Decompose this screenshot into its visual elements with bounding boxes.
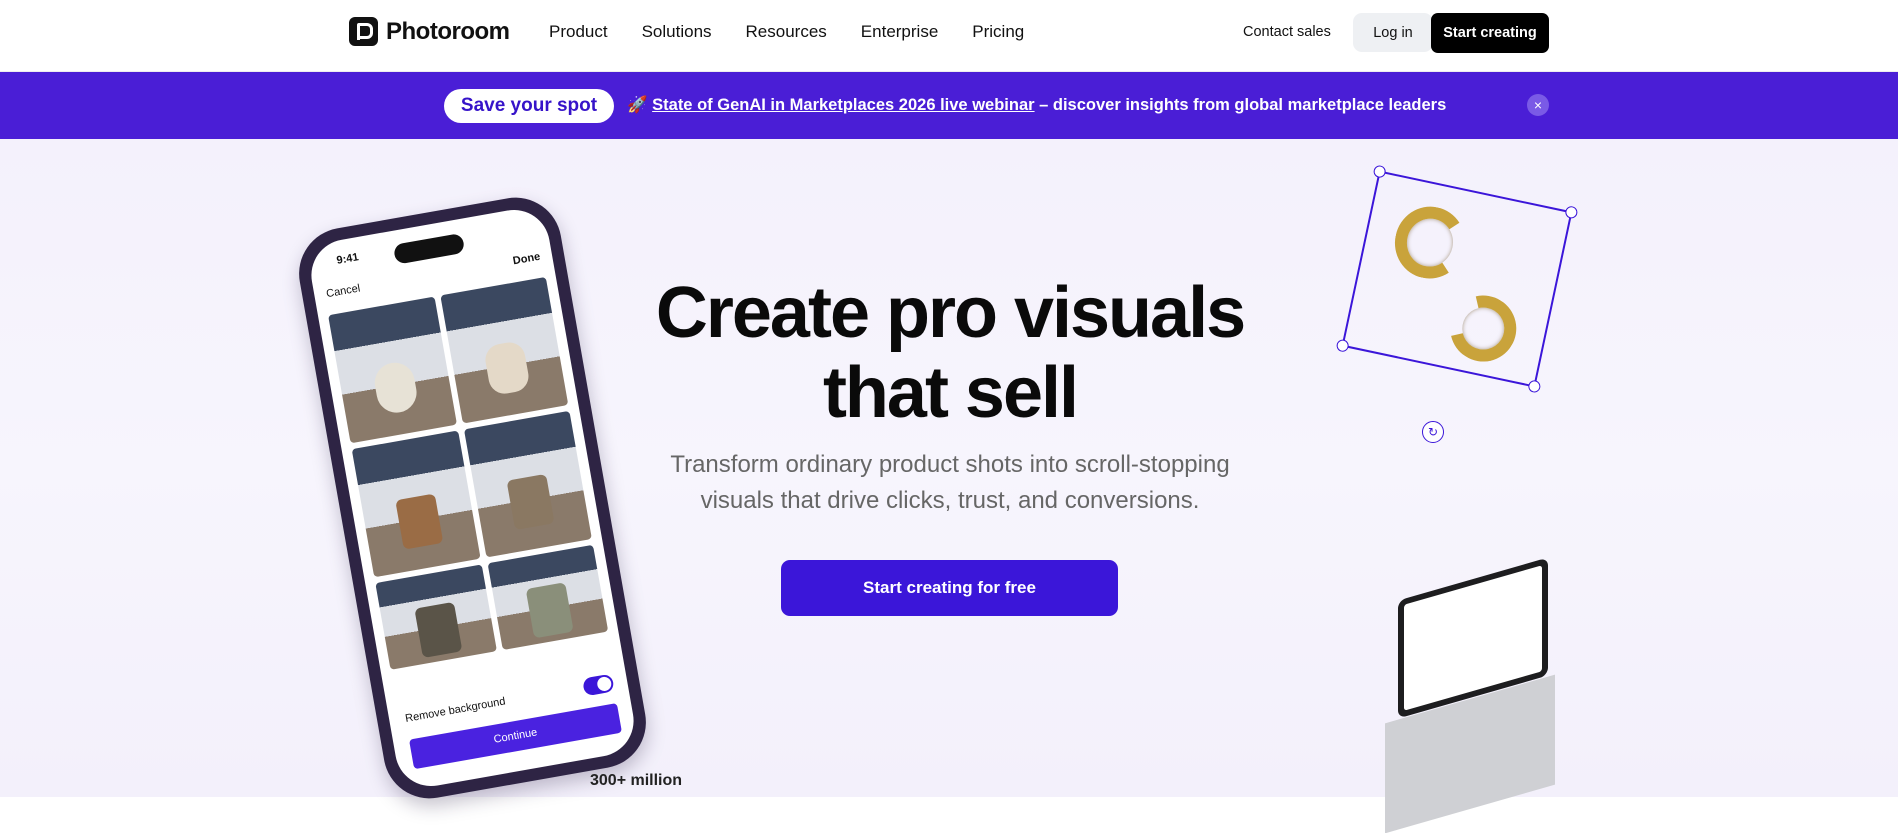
menu-item-product[interactable]: Product	[549, 22, 608, 42]
brand-name: Photoroom	[386, 17, 510, 45]
resize-handle	[1564, 205, 1579, 220]
start-creating-button[interactable]: Start creating	[1431, 13, 1549, 53]
hero-title-line2: that sell	[822, 353, 1079, 433]
photo-tile	[351, 430, 481, 578]
photo-tile	[328, 296, 457, 444]
phone-time: 9:41	[335, 251, 360, 267]
banner-message: 🚀 State of GenAI in Marketplaces 2026 li…	[627, 96, 1446, 115]
brand-logo[interactable]: Photoroom	[349, 17, 510, 46]
rotate-handle-icon: ↻	[1422, 421, 1444, 443]
hero-subtitle-line2: visuals that drive clicks, trust, and co…	[700, 487, 1200, 514]
photo-tile	[487, 544, 609, 651]
photo-tile	[439, 276, 569, 424]
dynamic-island	[392, 232, 465, 265]
stats-row: 300+ million	[590, 772, 682, 790]
menu-item-pricing[interactable]: Pricing	[972, 22, 1024, 42]
rocket-icon: 🚀	[627, 96, 648, 114]
phone-cancel: Cancel	[325, 282, 362, 301]
menu-item-enterprise[interactable]: Enterprise	[861, 22, 938, 42]
earring-image	[1388, 200, 1472, 286]
hero-title: Create pro visuals that sell	[560, 273, 1340, 433]
users-count: 300+ million	[590, 772, 683, 789]
remove-background-toggle	[582, 673, 615, 697]
earrings-selection-box	[1335, 164, 1579, 394]
earring-image	[1437, 283, 1529, 375]
resize-handle	[1527, 379, 1542, 394]
phone-done: Done	[511, 250, 542, 268]
hero-subtitle: Transform ordinary product shots into sc…	[620, 447, 1280, 519]
log-in-button[interactable]: Log in	[1353, 13, 1433, 52]
hero-section: 9:41 Cancel Done Remove background Conti…	[0, 139, 1898, 833]
photo-tile	[375, 564, 497, 670]
hero-title-line1: Create pro visuals	[655, 273, 1246, 353]
contact-sales-link[interactable]: Contact sales	[1243, 24, 1331, 40]
main-menu: Product Solutions Resources Enterprise P…	[549, 22, 1024, 42]
top-nav: Photoroom Product Solutions Resources En…	[0, 0, 1898, 72]
banner-text: – discover insights from global marketpl…	[1034, 96, 1447, 114]
close-banner-icon[interactable]: ×	[1527, 94, 1549, 116]
menu-item-resources[interactable]: Resources	[746, 22, 827, 42]
webinar-link[interactable]: State of GenAI in Marketplaces 2026 live…	[652, 96, 1034, 114]
hero-subtitle-line1: Transform ordinary product shots into sc…	[670, 451, 1230, 478]
photoroom-logo-icon	[349, 17, 378, 46]
save-your-spot-button[interactable]: Save your spot	[444, 89, 614, 123]
menu-item-solutions[interactable]: Solutions	[642, 22, 712, 42]
start-creating-free-button[interactable]: Start creating for free	[781, 560, 1118, 616]
announcement-banner: Save your spot 🚀 State of GenAI in Marke…	[0, 72, 1898, 139]
remove-background-label: Remove background	[404, 695, 507, 725]
resize-handle	[1372, 164, 1387, 179]
